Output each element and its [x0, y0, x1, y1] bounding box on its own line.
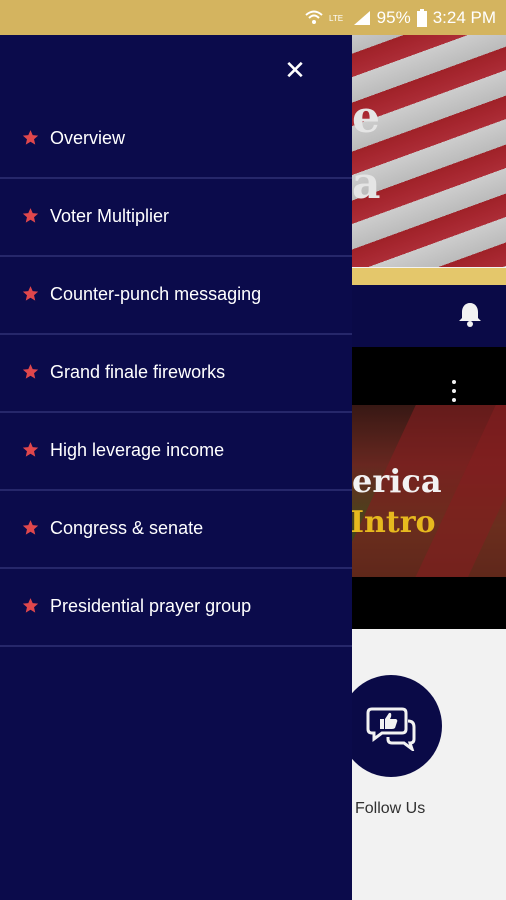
drawer-item-label: Presidential prayer group	[50, 596, 252, 616]
close-icon[interactable]: ✕	[280, 55, 310, 85]
svg-text:LTE: LTE	[329, 14, 343, 23]
drawer-item-high-leverage-income[interactable]: High leverage income	[0, 413, 352, 491]
drawer-item-voter-multiplier[interactable]: Voter Multiplier	[0, 179, 352, 257]
star-icon	[22, 130, 39, 145]
status-bar: LTE 95% 3:24 PM	[0, 0, 506, 35]
wifi-icon	[304, 10, 323, 24]
star-icon	[22, 520, 39, 535]
drawer-item-label: Counter-punch messaging	[50, 284, 262, 304]
star-icon	[22, 364, 39, 379]
drawer-item-label: Congress & senate	[50, 518, 204, 538]
drawer-item-label: Voter Multiplier	[50, 206, 170, 226]
navigation-drawer: ✕ Overview Voter Multiplier Counter-punch …	[0, 35, 352, 900]
star-icon	[22, 286, 39, 301]
drawer-menu: Overview Voter Multiplier Counter-punch me…	[0, 101, 352, 647]
battery-percent: 95%	[376, 7, 411, 27]
drawer-item-label: Grand finale fireworks	[50, 362, 226, 382]
drawer-item-grand-finale-fireworks[interactable]: Grand finale fireworks	[0, 335, 352, 413]
drawer-item-presidential-prayer-group[interactable]: Presidential prayer group	[0, 569, 352, 647]
signal-icon	[353, 10, 370, 25]
drawer-item-overview[interactable]: Overview	[0, 101, 352, 179]
drawer-item-label: High leverage income	[50, 440, 225, 460]
star-icon	[22, 442, 39, 457]
battery-icon	[416, 8, 427, 27]
star-icon	[22, 598, 39, 613]
clock: 3:24 PM	[432, 7, 496, 27]
star-icon	[22, 208, 39, 223]
drawer-item-congress-senate[interactable]: Congress & senate	[0, 491, 352, 569]
drawer-item-counter-punch-messaging[interactable]: Counter-punch messaging	[0, 257, 352, 335]
volte-icon: LTE	[329, 14, 343, 23]
drawer-item-label: Overview	[50, 128, 126, 148]
status-icons: LTE 95% 3:24 PM	[304, 0, 496, 35]
